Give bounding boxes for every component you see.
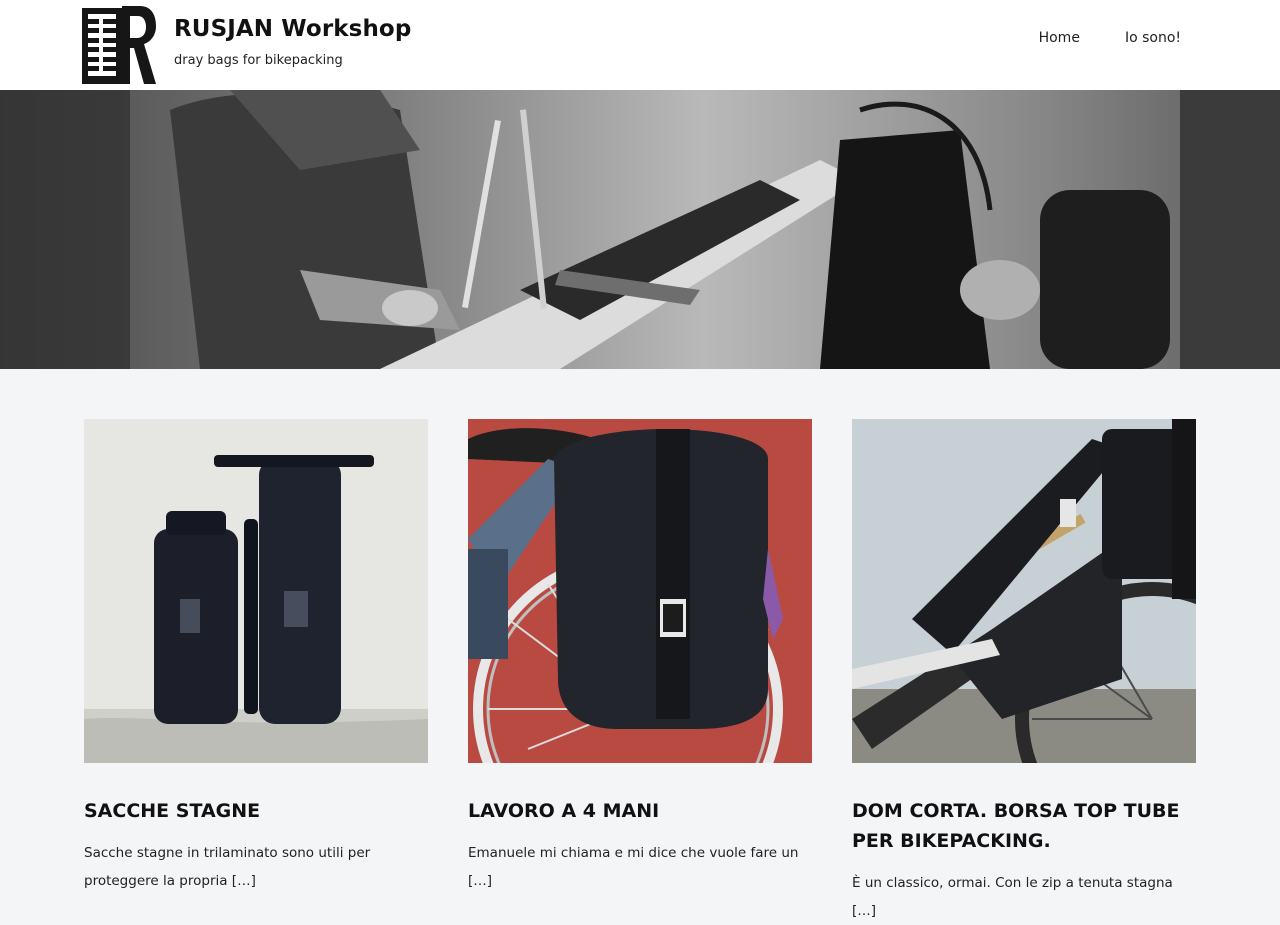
post-title[interactable]: LAVORO A 4 MANI	[468, 796, 812, 826]
post-card: DOM CORTA. BORSA TOP TUBE PER BIKEPACKIN…	[852, 419, 1196, 925]
post-thumbnail[interactable]	[468, 419, 812, 763]
dry-bags-photo-icon	[84, 419, 428, 763]
post-title[interactable]: SACCHE STAGNE	[84, 796, 428, 826]
workshop-photo-icon	[0, 90, 1280, 369]
post-excerpt: È un classico, ormai. Con le zip a tenut…	[852, 875, 1173, 919]
rusjan-logo-icon	[82, 4, 156, 86]
post-card: SACCHE STAGNE Sacche stagne in trilamina…	[84, 419, 428, 895]
site-title[interactable]: RUSJAN Workshop	[174, 16, 411, 42]
nav-item-io-sono[interactable]: Io sono!	[1125, 30, 1181, 46]
pannier-bag-photo-icon	[468, 419, 812, 763]
post-card: LAVORO A 4 MANI Emanuele mi chiama e mi …	[468, 419, 812, 895]
top-tube-bag-photo-icon	[852, 419, 1196, 763]
posts-grid: SACCHE STAGNE Sacche stagne in trilamina…	[84, 419, 1196, 919]
post-excerpt: Emanuele mi chiama e mi dice che vuole f…	[468, 845, 799, 889]
post-thumbnail[interactable]	[852, 419, 1196, 763]
post-title[interactable]: DOM CORTA. BORSA TOP TUBE PER BIKEPACKIN…	[852, 796, 1196, 856]
site-logo[interactable]	[82, 4, 156, 86]
site-branding: RUSJAN Workshop dray bags for bikepackin…	[174, 16, 411, 68]
main-nav: Home Io sono!	[1039, 30, 1181, 46]
post-thumbnail[interactable]	[84, 419, 428, 763]
hero-image	[0, 90, 1280, 369]
site-tagline: dray bags for bikepacking	[174, 53, 343, 68]
post-excerpt: Sacche stagne in trilaminato sono utili …	[84, 845, 371, 889]
nav-item-home[interactable]: Home	[1039, 30, 1080, 46]
site-header: RUSJAN Workshop dray bags for bikepackin…	[0, 0, 1280, 90]
